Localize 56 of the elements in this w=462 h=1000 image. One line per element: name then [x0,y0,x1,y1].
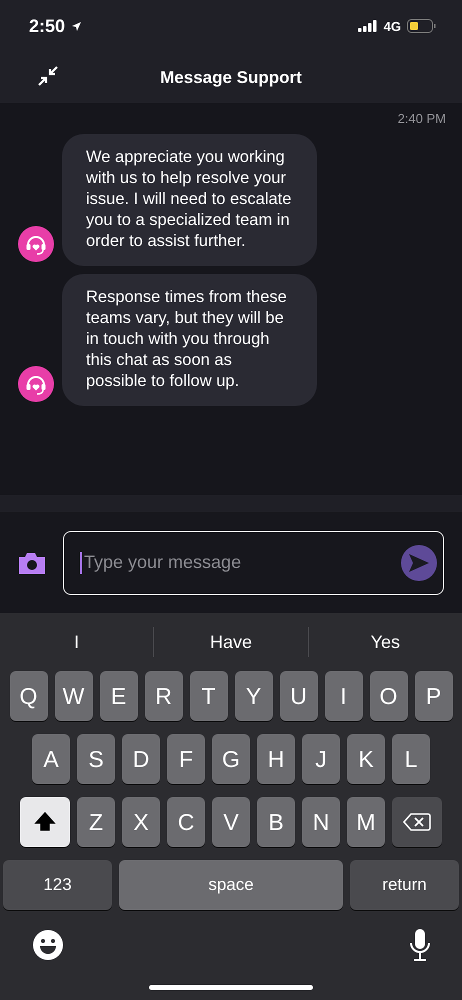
message-input[interactable]: Type your message [82,551,401,574]
backspace-icon [403,812,431,832]
location-arrow-icon [71,20,82,32]
keyboard-key[interactable]: C [167,797,205,847]
keyboard-key[interactable]: Y [234,671,272,721]
keyboard-key[interactable]: I [324,671,362,721]
keyboard-key[interactable]: V [212,797,250,847]
keyboard-key[interactable]: M [347,797,385,847]
backspace-key[interactable] [392,797,442,847]
keyboard-key[interactable]: L [392,734,430,784]
agent-avatar-icon [18,366,54,402]
send-button[interactable] [401,544,437,580]
keyboard-key[interactable]: P [414,671,452,721]
message-bubble: Response times from these teams vary, but they will be in touch with you through this chat as soon as possible to follow up. [62,274,317,406]
keyboard-key[interactable]: F [167,734,205,784]
keyboard-key[interactable]: T [190,671,228,721]
keyboard-key[interactable]: B [257,797,295,847]
collapse-icon[interactable] [37,65,59,87]
shift-arrow-icon [34,811,56,833]
keyboard-key[interactable]: J [302,734,340,784]
screen-title: Message Support [160,68,302,88]
agent-avatar-icon [18,226,54,262]
keyboard-key[interactable]: R [144,671,182,721]
word-suggestion[interactable]: Have [154,632,308,652]
keyboard-key[interactable]: X [122,797,160,847]
keyboard-key[interactable]: W [54,671,92,721]
keyboard-key[interactable]: Q [10,671,48,721]
keyboard-key[interactable]: U [280,671,318,721]
keyboard-key[interactable]: O [370,671,408,721]
word-suggestion[interactable]: I [0,632,154,652]
network-label: 4G [384,18,401,34]
space-key[interactable]: space [119,860,343,910]
emoji-icon[interactable] [32,929,64,961]
keyboard-key[interactable]: D [122,734,160,784]
shift-key[interactable] [20,797,70,847]
battery-icon [407,19,436,33]
clock-time: 2:50 [29,16,66,36]
keyboard-key[interactable]: E [100,671,138,721]
message-timestamp: 2:40 PM [398,111,446,126]
message-input-field[interactable]: Type your message [63,530,444,594]
text-cursor [80,552,82,574]
return-key[interactable]: return [350,860,459,910]
camera-icon[interactable] [17,550,47,574]
keyboard-key[interactable]: H [257,734,295,784]
numbers-key[interactable]: 123 [3,860,112,910]
message-bubble: We appreciate you working with us to help resolve your issue. I will need to escalate you to a specialized team in order to assist further. [62,134,317,266]
keyboard-key[interactable]: G [212,734,250,784]
keyboard-key[interactable]: K [347,734,385,784]
microphone-icon[interactable] [408,928,432,962]
signal-icon [358,20,378,32]
keyboard-key[interactable]: Z [77,797,115,847]
keyboard-key[interactable]: S [77,734,115,784]
keyboard-key[interactable]: N [302,797,340,847]
send-icon [408,552,430,572]
keyboard-key[interactable]: A [32,734,70,784]
word-suggestion[interactable]: Yes [308,632,462,652]
